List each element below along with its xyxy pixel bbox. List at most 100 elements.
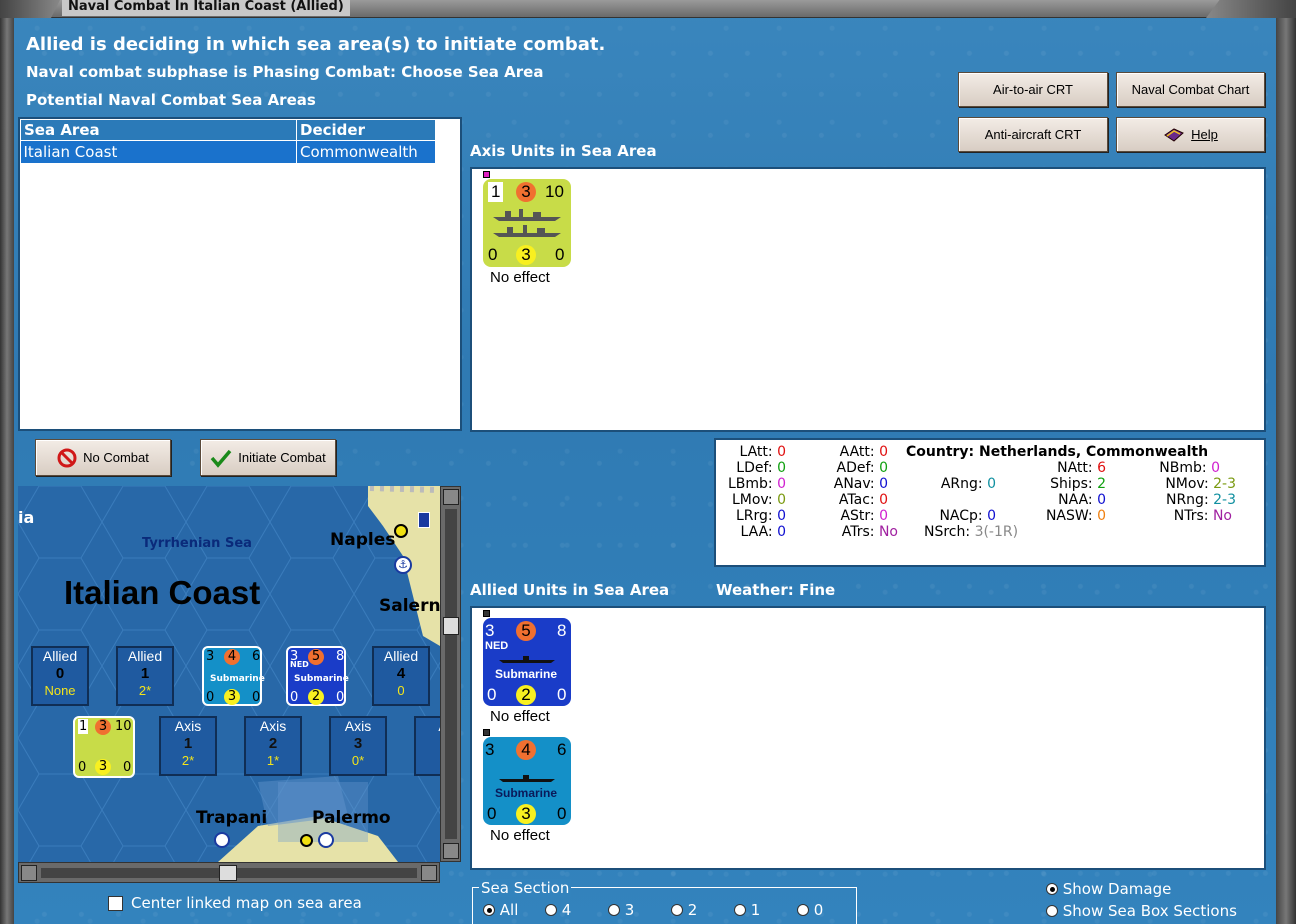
radio-2[interactable] (671, 904, 683, 916)
scroll-track[interactable] (445, 509, 457, 839)
no-entry-icon (57, 448, 77, 467)
axis-sea-box-4[interactable]: A (414, 716, 440, 776)
axis-ship-counter[interactable]: 1 3 10 0 3 0 (483, 179, 571, 267)
stat-atrs: ATrs: No (841, 524, 898, 540)
sea-section-2[interactable]: 2 (671, 901, 697, 919)
checkmark-icon (210, 449, 232, 468)
unit-stats-panel: LAtt: 0 LDef: 0 LBmb: 0 LMov: 0 LRrg: 0 … (714, 438, 1266, 567)
linked-map[interactable]: ia Tyrrhenian Sea Naples ⚓ Italian Coast… (18, 486, 440, 862)
map-sub-counter-1[interactable]: 3 4 6 Submarine 0 3 0 (202, 646, 265, 706)
show-sea-box-sections-option[interactable]: Show Sea Box Sections (1046, 902, 1237, 920)
stat-natt: NAtt: 6 (1057, 460, 1106, 476)
stat-laa: LAA: 0 (740, 524, 786, 540)
stat-astr: AStr: 0 (840, 508, 888, 524)
sea-section-1[interactable]: 1 (734, 901, 760, 919)
stat-latt: LAtt: 0 (739, 444, 786, 460)
allied-units-panel: 3 5 8 NED Submarine 0 2 0 No effect 3 4 … (470, 606, 1266, 870)
radio-4[interactable] (545, 904, 557, 916)
air-to-air-crt-button[interactable]: Air-to-air CRT (958, 72, 1108, 107)
counter-top-mid: 3 (516, 182, 536, 202)
show-damage-option[interactable]: Show Damage (1046, 880, 1171, 898)
center-map-checkbox-row[interactable]: Center linked map on sea area (108, 894, 362, 912)
column-header-decider[interactable]: Decider (296, 119, 436, 141)
radio-3[interactable] (608, 904, 620, 916)
title-bar: Naval Combat In Italian Coast (Allied) (0, 0, 1296, 18)
scroll-left-arrow-icon[interactable] (21, 865, 37, 881)
allied-submarine-counter[interactable]: 3 4 6 Submarine 0 3 0 (483, 737, 571, 825)
axis-sea-box-3[interactable]: Axis 3 0* (329, 716, 387, 776)
no-combat-button[interactable]: No Combat (35, 439, 171, 476)
stat-ntrs: NTrs: No (1173, 508, 1232, 524)
column-header-sea-area[interactable]: Sea Area (20, 119, 297, 141)
stat-atac: ATac: 0 (838, 492, 888, 508)
stat-adef: ADef: 0 (836, 460, 889, 476)
sea-section-0[interactable]: 0 (797, 901, 823, 919)
table-row[interactable]: Italian Coast Commonwealth (20, 140, 436, 163)
map-area-title: Italian Coast (64, 574, 261, 611)
window-frame-left (0, 18, 14, 924)
stat-ldef: LDef: 0 (736, 460, 786, 476)
anti-aircraft-crt-button[interactable]: Anti-aircraft CRT (958, 117, 1108, 152)
potential-areas-label: Potential Naval Combat Sea Areas (26, 91, 316, 109)
stat-aatt: AAtt: 0 (839, 444, 888, 460)
counter-bottom-right: 0 (555, 245, 565, 264)
stat-nmov: NMov: 2-3 (1165, 476, 1236, 492)
title-bar-right-ornament[interactable] (1206, 0, 1296, 18)
scroll-thumb[interactable] (443, 617, 459, 635)
cell-decider[interactable]: Commonwealth (296, 140, 436, 163)
axis-sea-box-2[interactable]: Axis 2 1* (244, 716, 302, 776)
submarine-silhouette-icon (499, 656, 555, 663)
initiate-combat-button[interactable]: Initiate Combat (200, 439, 336, 476)
map-sub-counter-ned[interactable]: 3 5 8 NED Submarine 0 2 0 (286, 646, 349, 706)
scroll-up-arrow-icon[interactable] (443, 489, 459, 505)
radio-1[interactable] (734, 904, 746, 916)
axis-sea-box-1[interactable]: Axis 1 2* (159, 716, 217, 776)
initiate-combat-label: Initiate Combat (238, 450, 326, 465)
axis-unit-effect: No effect (490, 269, 550, 286)
scroll-right-arrow-icon[interactable] (421, 865, 437, 881)
map-city-trapani: Trapani (196, 808, 268, 828)
counter-bottom-left: 0 (488, 245, 498, 264)
title-bar-left-ornament (0, 0, 60, 18)
map-city-salerno: Salern (379, 596, 440, 616)
stat-country: Country: Netherlands, Commonwealth (906, 444, 1209, 460)
center-map-checkbox[interactable] (108, 895, 123, 911)
help-button[interactable]: Help (1116, 117, 1265, 152)
allied-sea-box-4[interactable]: Allied 4 0 (372, 646, 430, 706)
stat-anav: ANav: 0 (833, 476, 888, 492)
h-scroll-thumb[interactable] (219, 865, 237, 881)
radio-show-damage[interactable] (1046, 883, 1058, 895)
center-map-label: Center linked map on sea area (131, 894, 362, 912)
sea-section-3[interactable]: 3 (608, 901, 634, 919)
sea-section-4[interactable]: 4 (545, 901, 571, 919)
allied-ned-submarine-counter[interactable]: 3 5 8 NED Submarine 0 2 0 (483, 618, 571, 706)
status-heading: Allied is deciding in which sea area(s) … (26, 34, 606, 55)
stat-nacp: NACp: 0 (939, 508, 996, 524)
radio-show-sea-box-sections[interactable] (1046, 905, 1058, 917)
scroll-down-arrow-icon[interactable] (443, 843, 459, 859)
map-city-naples: Naples (330, 530, 396, 550)
allied-units-label: Allied Units in Sea Area (470, 581, 670, 599)
map-horizontal-scrollbar[interactable] (18, 862, 440, 883)
subphase-text: Naval combat subphase is Phasing Combat:… (26, 63, 544, 81)
map-vertical-scrollbar[interactable] (440, 486, 461, 862)
help-book-icon (1164, 127, 1185, 142)
palermo-city-icon (300, 834, 313, 847)
sea-section-group: Sea Section All 4 3 2 1 0 (472, 879, 857, 924)
flag-icon (418, 512, 430, 528)
window-title: Naval Combat In Italian Coast (Allied) (62, 0, 350, 16)
naval-combat-chart-button[interactable]: Naval Combat Chart (1116, 72, 1265, 107)
stat-lrrg: LRrg: 0 (735, 508, 786, 524)
cell-sea-area[interactable]: Italian Coast (20, 140, 297, 163)
radio-0[interactable] (797, 904, 809, 916)
stat-nbmb: NBmb: 0 (1159, 460, 1220, 476)
map-city-palermo: Palermo (312, 808, 391, 828)
axis-units-label: Axis Units in Sea Area (470, 142, 657, 160)
table-header-row: Sea Area Decider (20, 119, 436, 141)
map-axis-counter[interactable]: 1 3 10 0 3 0 (73, 716, 135, 778)
allied-unit-effect-2: No effect (490, 827, 550, 844)
radio-all[interactable] (483, 904, 495, 916)
allied-sea-box-1[interactable]: Allied 1 2* (116, 646, 174, 706)
sea-section-all[interactable]: All (483, 901, 518, 919)
allied-sea-box-0[interactable]: Allied 0 None (31, 646, 89, 706)
